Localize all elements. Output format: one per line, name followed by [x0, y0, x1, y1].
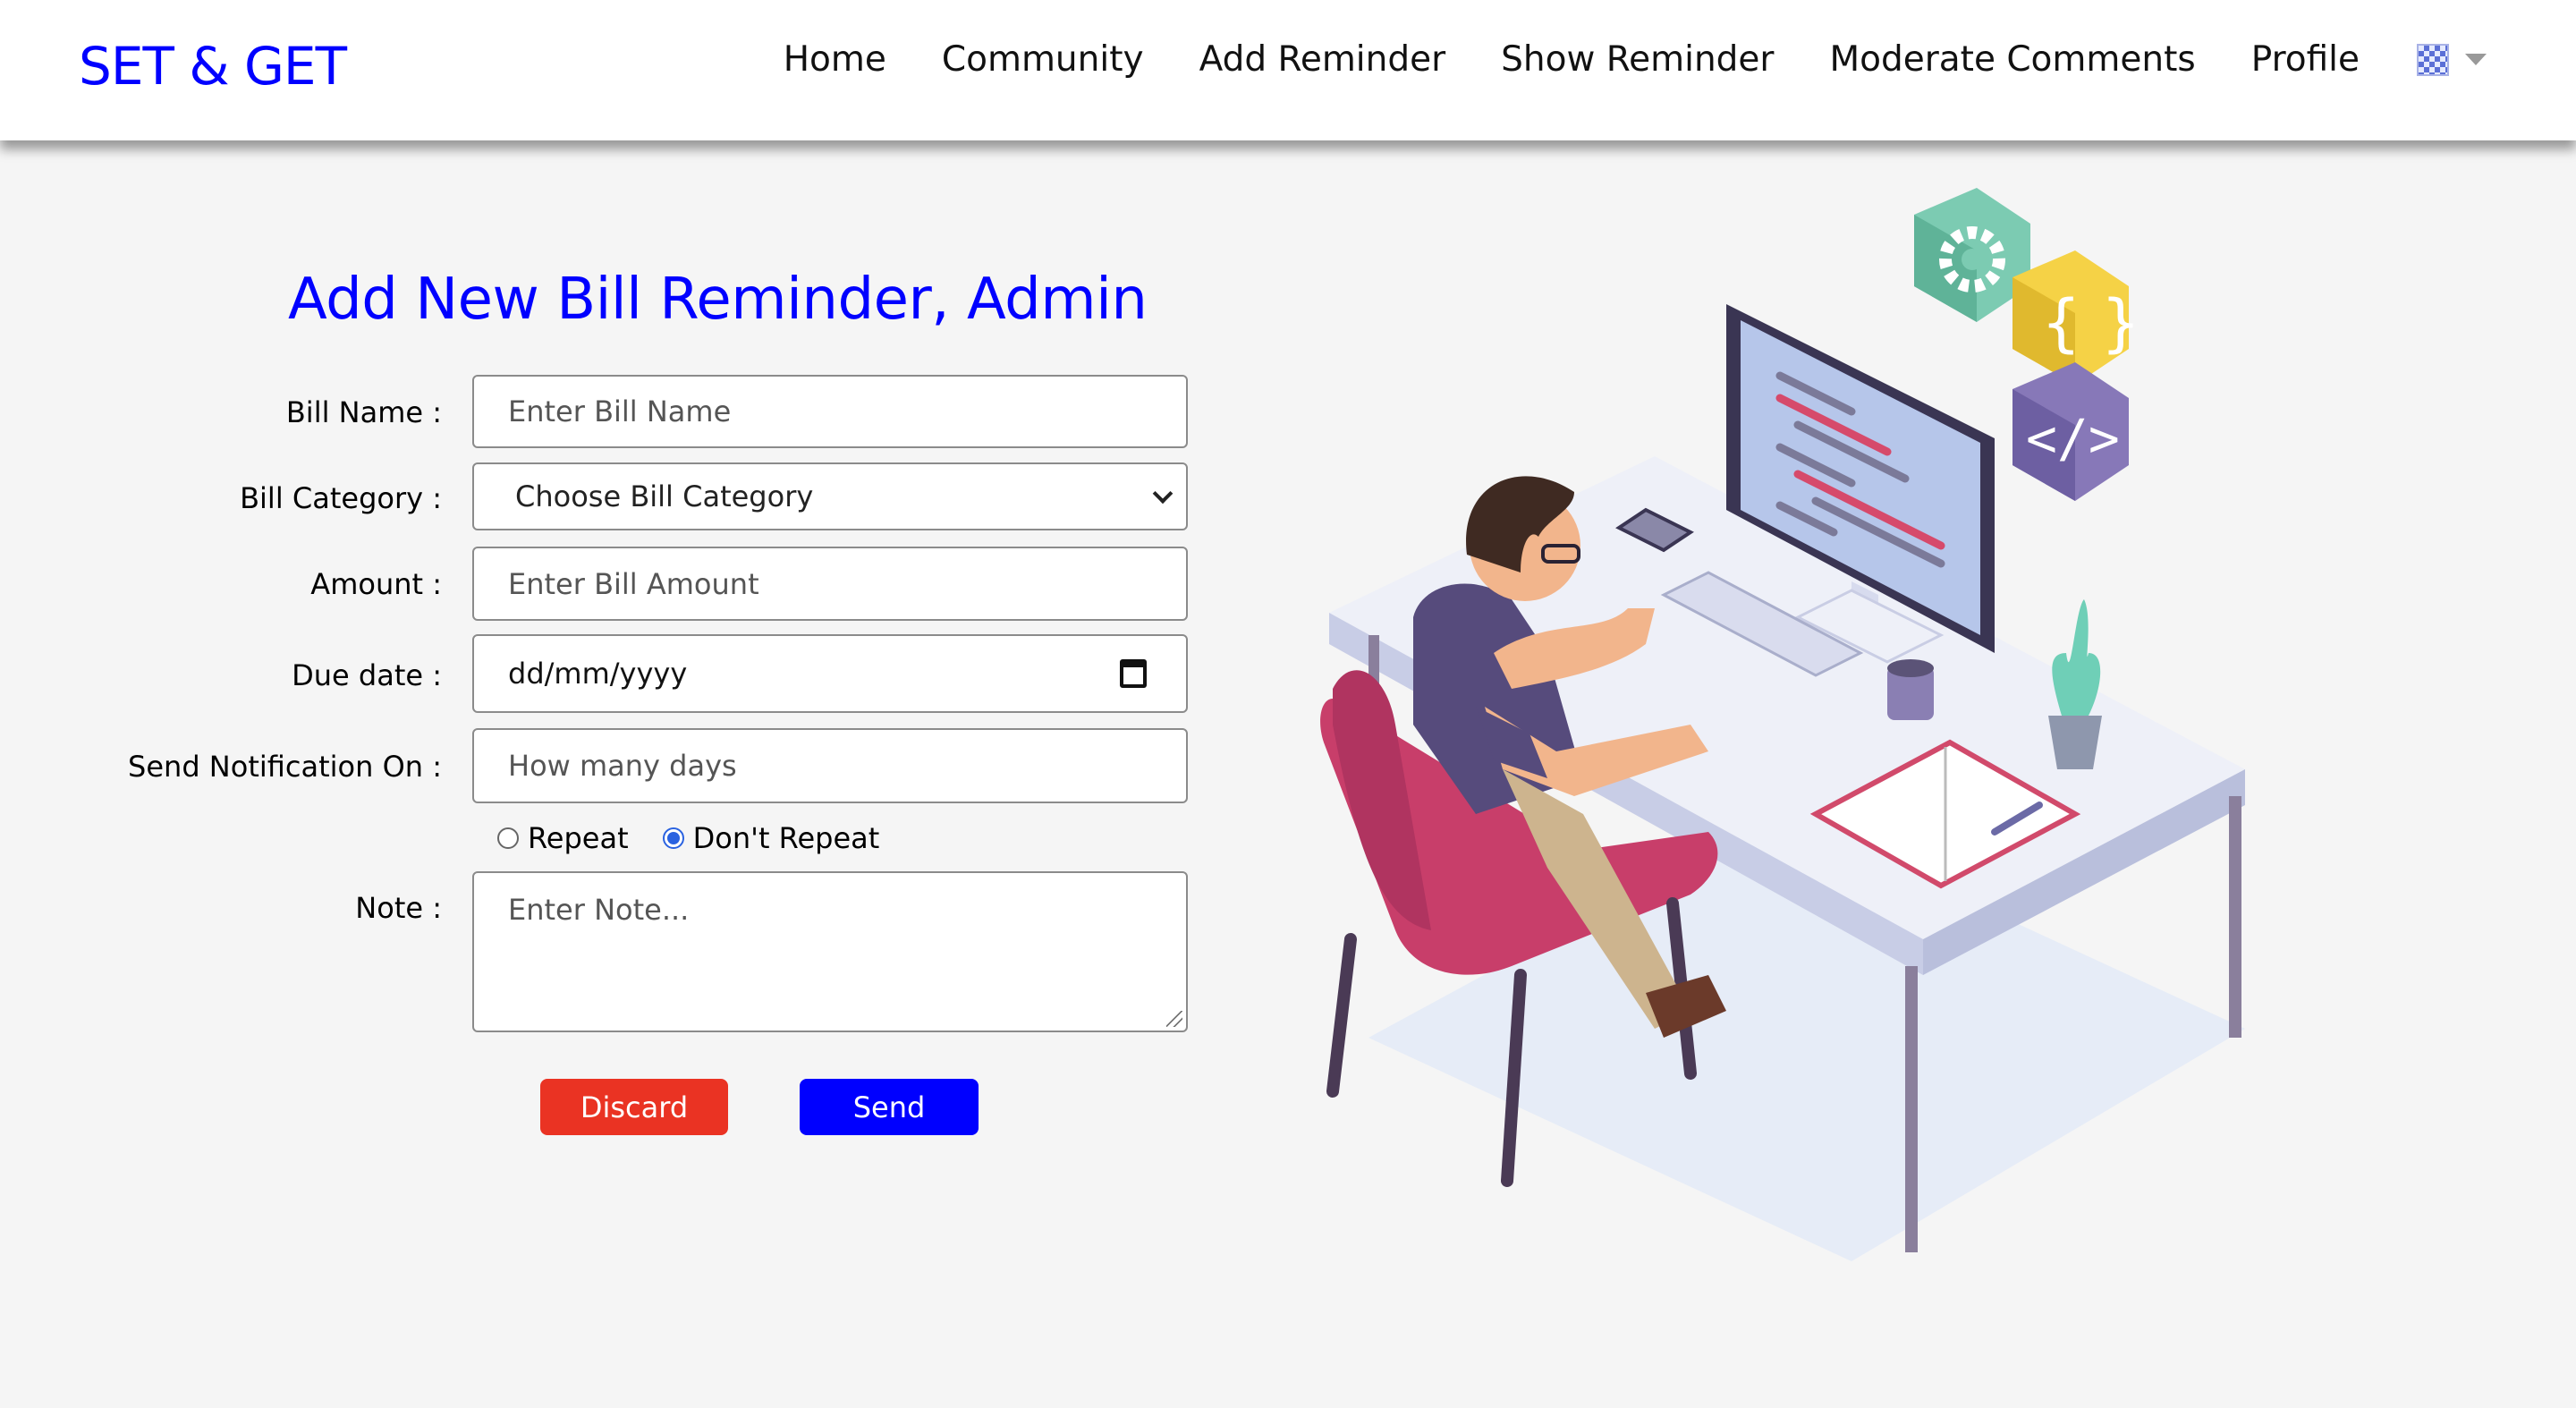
repeat-radio[interactable]	[497, 827, 519, 849]
amount-input[interactable]: Enter Bill Amount	[472, 547, 1188, 621]
note-placeholder: Enter Note...	[508, 893, 690, 927]
resize-handle-icon[interactable]	[1166, 1011, 1182, 1027]
nav-moderate-comments[interactable]: Moderate Comments	[1829, 39, 2195, 80]
caret-down-icon	[2465, 54, 2487, 65]
dont-repeat-radio[interactable]	[662, 827, 684, 849]
nav-home[interactable]: Home	[784, 39, 886, 80]
due-date-value: dd/mm/yyyy	[508, 657, 688, 691]
brand-logo[interactable]: SET & GET	[79, 36, 347, 97]
desk-leg-front	[1905, 966, 1918, 1252]
repeat-option[interactable]: Repeat	[497, 821, 629, 855]
nav-links: Home Community Add Reminder Show Reminde…	[728, 39, 2487, 80]
flag-icon	[2417, 43, 2449, 76]
bill-category-selected: Choose Bill Category	[515, 479, 814, 513]
page-title: Add New Bill Reminder, Admin	[288, 267, 1148, 333]
mug-top	[1887, 659, 1934, 677]
amount-placeholder: Enter Bill Amount	[508, 566, 759, 601]
bill-name-placeholder: Enter Bill Name	[508, 394, 732, 428]
language-dropdown[interactable]	[2417, 43, 2487, 76]
code-cube-icon: </>	[2012, 362, 2129, 501]
send-button[interactable]: Send	[800, 1079, 979, 1135]
dont-repeat-label: Don't Repeat	[692, 821, 880, 855]
nav-community[interactable]: Community	[942, 39, 1144, 80]
chair-leg	[1326, 933, 1357, 1098]
nav-profile[interactable]: Profile	[2251, 39, 2360, 80]
repeat-label: Repeat	[528, 821, 629, 855]
bill-category-select[interactable]: Choose Bill Category	[472, 462, 1188, 530]
bill-name-input[interactable]: Enter Bill Name	[472, 375, 1188, 448]
plant-leaves	[2052, 599, 2101, 716]
developer-desk-illustration: { } </>	[1320, 188, 2245, 1261]
svg-text:{ }: { }	[2041, 286, 2140, 360]
repeat-radio-group: Repeat Don't Repeat	[497, 821, 913, 855]
notify-placeholder: How many days	[508, 749, 737, 783]
calendar-icon[interactable]	[1120, 659, 1147, 688]
due-date-input[interactable]: dd/mm/yyyy	[472, 634, 1188, 713]
plant-pot	[2048, 716, 2102, 769]
notify-label: Send Notification On :	[128, 750, 442, 784]
amount-label: Amount :	[310, 567, 442, 601]
note-label: Note :	[355, 891, 442, 925]
notify-days-input[interactable]: How many days	[472, 728, 1188, 803]
dont-repeat-option[interactable]: Don't Repeat	[662, 821, 880, 855]
nav-show-reminder[interactable]: Show Reminder	[1501, 39, 1774, 80]
bill-category-label: Bill Category :	[240, 481, 442, 515]
top-navbar: SET & GET Home Community Add Reminder Sh…	[0, 0, 2576, 140]
note-textarea[interactable]: Enter Note...	[472, 871, 1188, 1032]
due-date-label: Due date :	[292, 658, 442, 692]
desk-leg-right	[2229, 796, 2241, 1038]
svg-text:</>: </>	[2026, 408, 2120, 469]
nav-add-reminder[interactable]: Add Reminder	[1199, 39, 1446, 80]
bill-name-label: Bill Name :	[285, 395, 442, 429]
chevron-down-icon	[1152, 483, 1174, 505]
discard-button[interactable]: Discard	[540, 1079, 728, 1135]
